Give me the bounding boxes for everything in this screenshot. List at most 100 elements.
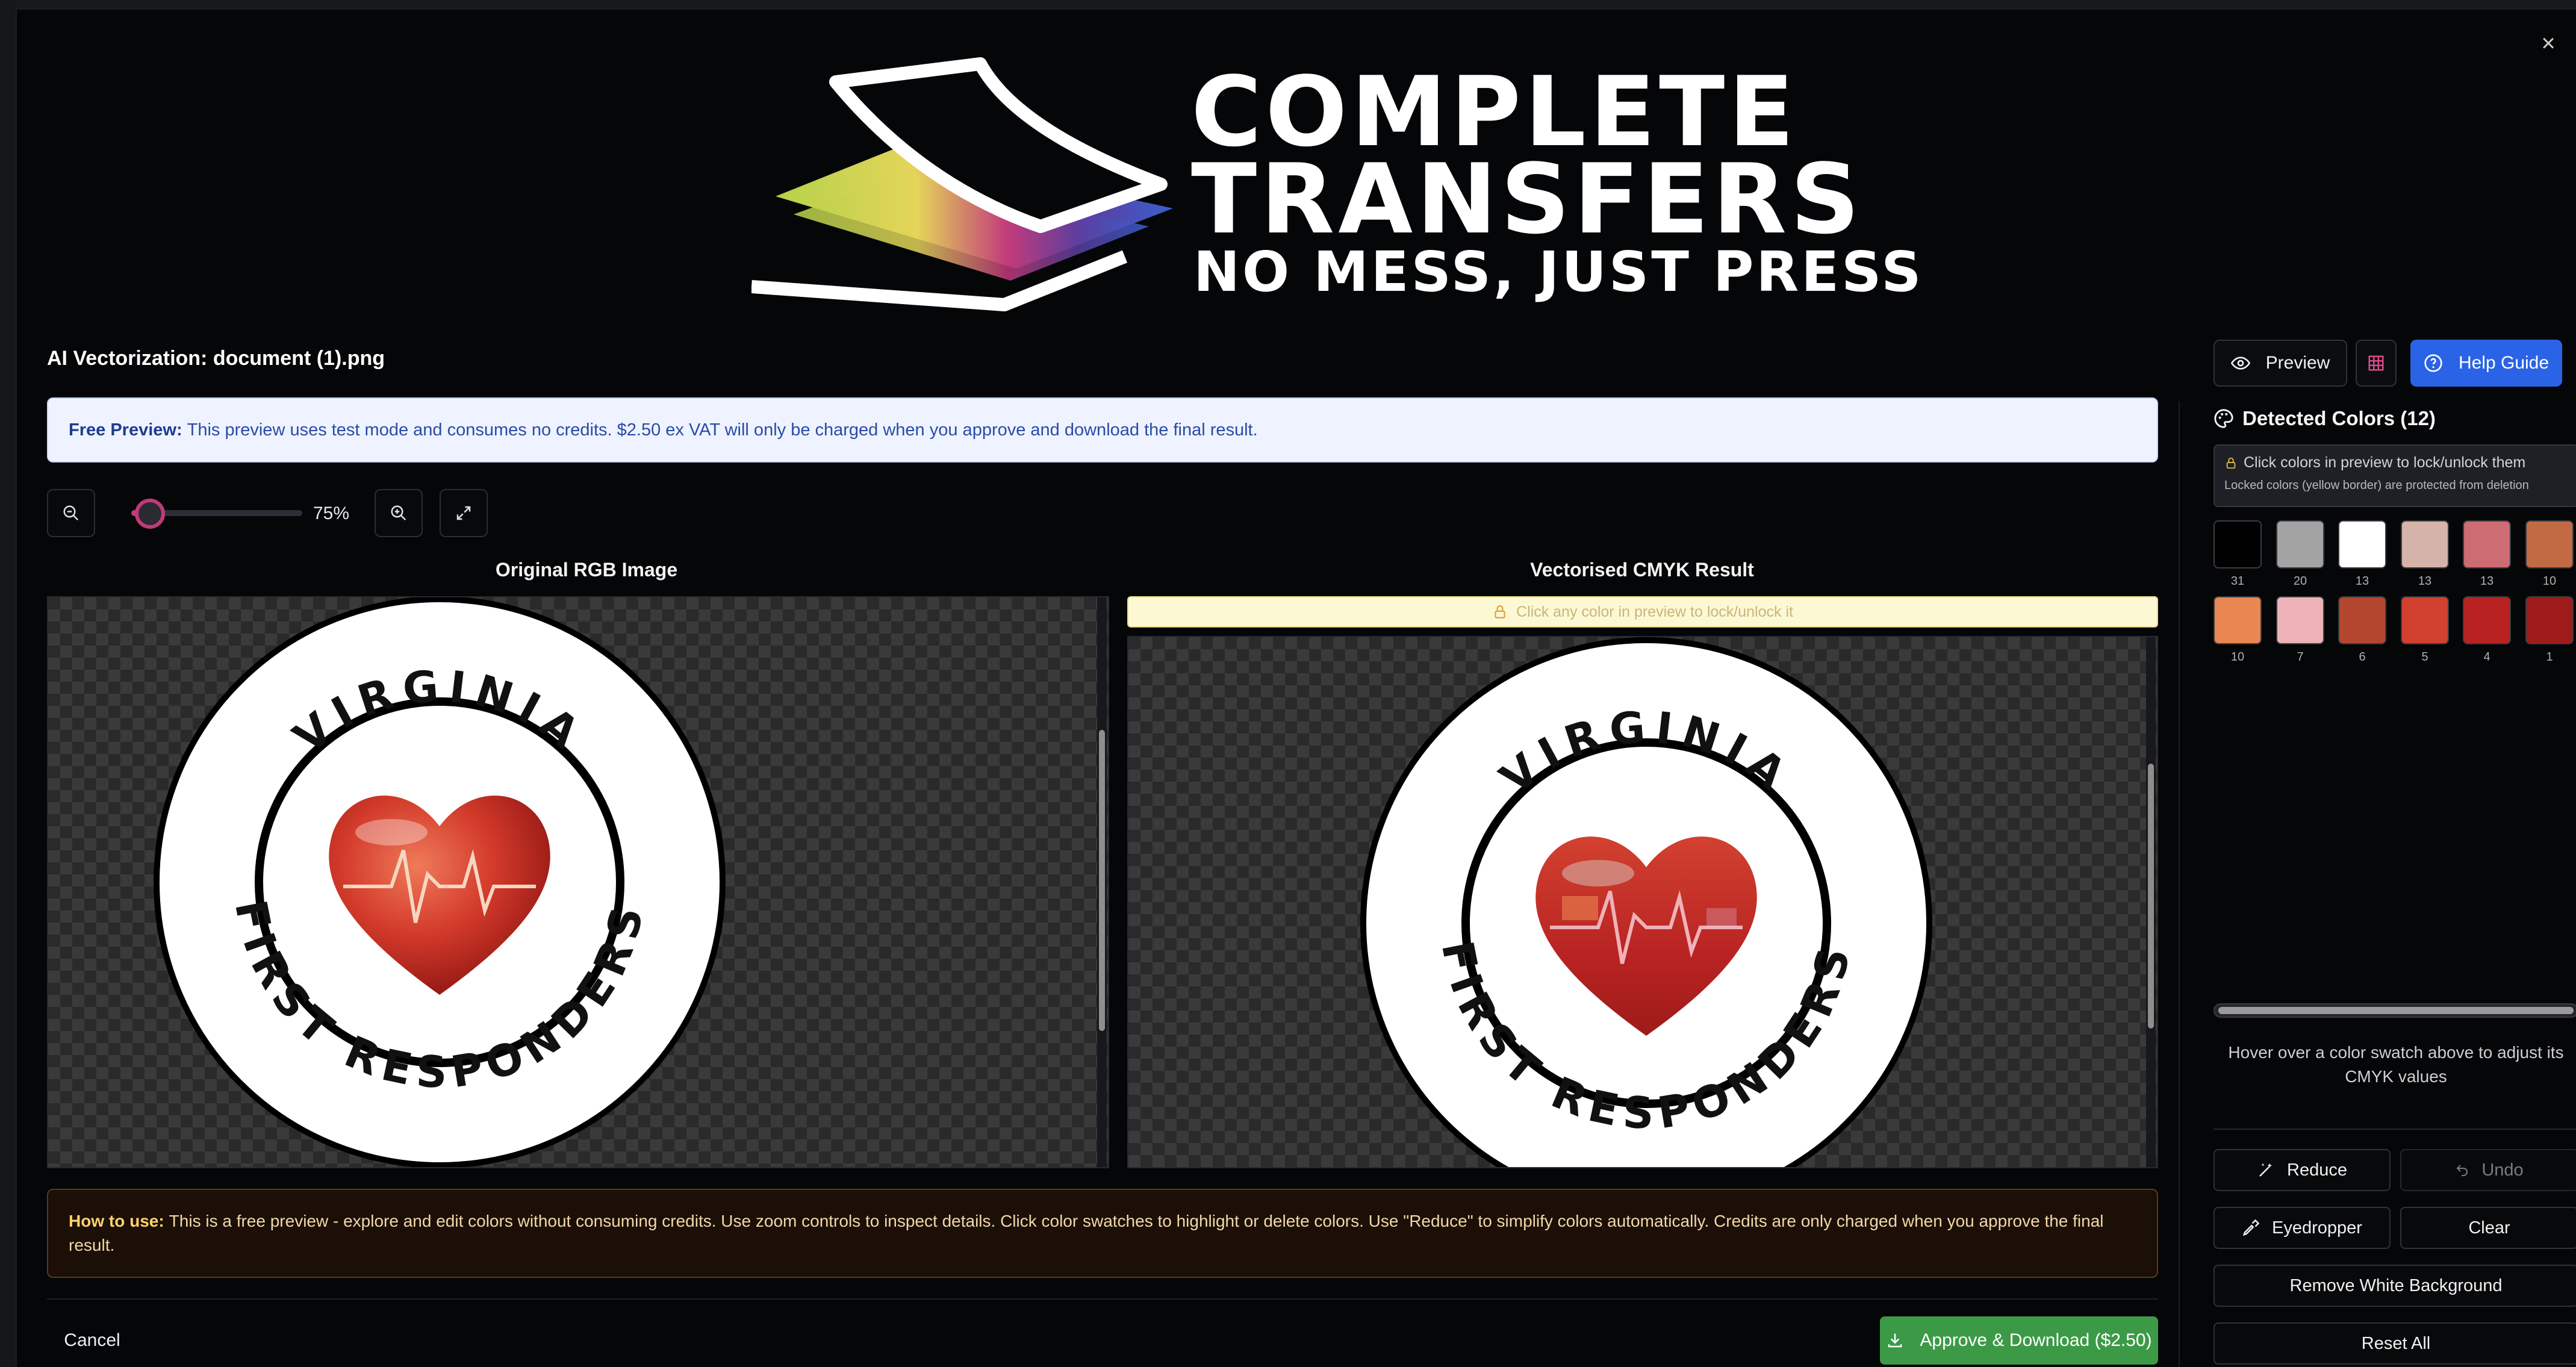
sidebar-divider (2179, 401, 2180, 1367)
undo-icon (2456, 1165, 2468, 1176)
sidebar-scroll-thumb[interactable] (2218, 1007, 2574, 1014)
vector-badge-image: VIRGINIA FIRST RESPONDERS (1360, 637, 1932, 1167)
color-swatch-count: 6 (2359, 650, 2366, 664)
lock-small-icon (2226, 457, 2236, 469)
grid-toggle-button[interactable] (2356, 340, 2397, 387)
zoom-level-value: 75% (313, 503, 350, 523)
zoom-slider-thumb[interactable] (135, 499, 165, 529)
lock-instructions-note: Click colors in preview to lock/unlock t… (2214, 444, 2576, 507)
footer-separator (47, 1298, 2158, 1300)
original-canvas-scroll-thumb[interactable] (1099, 730, 1105, 1031)
color-swatch[interactable] (2401, 596, 2449, 644)
color-swatch-count: 31 (2230, 575, 2245, 588)
logo-tagline: NO MESS, JUST PRESS (1193, 240, 1924, 304)
preview-button-label: Preview (2265, 353, 2330, 373)
lock-hint-text: Click any color in preview to lock/unloc… (1516, 603, 1793, 620)
undo-label: Undo (2481, 1160, 2524, 1180)
lock-note-text-1: Click colors in preview to lock/unlock t… (2244, 454, 2526, 471)
detected-colors-title: Detected Colors (12) (2214, 407, 2436, 430)
preview-button[interactable]: Preview (2214, 340, 2347, 387)
eye-icon (2230, 357, 2250, 370)
detected-colors-heading: Detected Colors (12) (2242, 407, 2436, 429)
zoom-out-button[interactable] (47, 489, 95, 537)
color-swatch-count: 13 (2480, 575, 2494, 588)
sidebar-separator (2214, 1129, 2576, 1130)
page-title: AI Vectorization: document (1).png (47, 347, 385, 370)
vector-result-label: Vectorised CMYK Result (1530, 559, 1754, 581)
free-preview-bold: Free Preview: (69, 420, 182, 440)
how-to-use-text: This is a free preview - explore and edi… (69, 1212, 2104, 1254)
color-swatch-count: 13 (2355, 575, 2369, 588)
how-to-use-bold: How to use: (69, 1212, 164, 1230)
color-swatch[interactable] (2401, 520, 2449, 568)
color-swatch-count: 20 (2293, 575, 2307, 588)
zoom-out-icon (63, 505, 79, 521)
eyedropper-button[interactable]: Eyedropper (2214, 1207, 2391, 1249)
eyedropper-label: Eyedropper (2272, 1218, 2362, 1238)
background-top-bar (0, 0, 2576, 8)
approve-download-label: Approve & Download ($2.50) (1920, 1330, 2152, 1350)
reset-all-button[interactable]: Reset All (2214, 1322, 2576, 1365)
color-swatch-count: 5 (2421, 650, 2428, 664)
zoom-in-button[interactable] (375, 489, 423, 537)
color-swatch[interactable] (2525, 520, 2574, 568)
logo-line-2: TRANSFERS (1191, 143, 1864, 255)
cancel-button[interactable]: Cancel (47, 1316, 137, 1365)
brand-logo: COMPLETE TRANSFERS NO MESS, JUST PRESS (751, 34, 1921, 323)
color-swatch[interactable] (2276, 520, 2324, 568)
original-badge-image: VIRGINIA FIRST RESPONDERS (154, 597, 726, 1167)
original-image-label: Original RGB Image (495, 559, 678, 581)
color-swatch-count: 13 (2418, 575, 2432, 588)
lock-icon (1495, 605, 1505, 618)
zoom-in-icon (391, 505, 406, 521)
undo-button[interactable]: Undo (2400, 1149, 2576, 1191)
color-swatch[interactable] (2463, 596, 2511, 644)
lock-note-line-1: Click colors in preview to lock/unlock t… (2224, 454, 2568, 472)
lock-hint-bar: Click any color in preview to lock/unloc… (1127, 596, 2158, 627)
vector-result-canvas[interactable]: VIRGINIA FIRST RESPONDERS (1127, 636, 2158, 1168)
color-swatch[interactable] (2338, 520, 2386, 568)
lock-note-text-2: Locked colors (yellow border) are protec… (2224, 479, 2529, 492)
download-icon (1888, 1333, 1902, 1348)
color-swatch-count: 10 (2230, 650, 2245, 664)
color-swatch-count: 10 (2542, 575, 2557, 588)
help-guide-button[interactable]: Help Guide (2410, 340, 2562, 387)
color-swatch[interactable] (2463, 520, 2511, 568)
free-preview-banner: Free Preview: This preview uses test mod… (47, 397, 2158, 462)
color-swatch-count: 1 (2546, 650, 2553, 664)
color-swatch[interactable] (2338, 596, 2386, 644)
cmyk-hover-hint: Hover over a color swatch above to adjus… (2228, 1043, 2564, 1086)
color-swatch[interactable] (2214, 596, 2262, 644)
press-sheets-icon (751, 57, 1173, 311)
eyedropper-icon (2242, 1219, 2260, 1236)
approve-download-button[interactable]: Approve & Download ($2.50) (1880, 1316, 2158, 1365)
close-icon[interactable]: × (2530, 25, 2566, 61)
color-swatch[interactable] (2525, 596, 2574, 644)
expand-icon (456, 506, 471, 520)
original-canvas-scrollbar[interactable] (1097, 597, 1107, 1167)
color-swatch[interactable] (2214, 520, 2262, 568)
grid-icon (2368, 355, 2384, 371)
original-image-canvas[interactable]: VIRGINIA FIRST RESPONDERS (47, 596, 1109, 1168)
vectorization-modal: × COMPLETE TRANSFERS NO MESS, JUST PRESS… (16, 8, 2576, 1367)
help-guide-label: Help Guide (2458, 353, 2550, 373)
reduce-button[interactable]: Reduce (2214, 1149, 2391, 1191)
fit-to-screen-button[interactable] (440, 489, 488, 537)
palette-icon (2214, 409, 2233, 428)
reset-all-label: Reset All (2361, 1333, 2431, 1353)
help-circle-icon (2424, 354, 2442, 372)
magic-wand-icon (2259, 1163, 2273, 1177)
how-to-use-panel: How to use: This is a free preview - expl… (47, 1189, 2158, 1278)
result-canvas-scrollbar[interactable] (2146, 637, 2156, 1167)
background-left-strip (0, 0, 16, 1367)
reduce-label: Reduce (2287, 1160, 2347, 1180)
sidebar-horizontal-scrollbar[interactable] (2214, 1003, 2576, 1018)
clear-label: Clear (2468, 1218, 2510, 1238)
color-swatch[interactable] (2276, 596, 2324, 644)
result-canvas-scroll-thumb[interactable] (2148, 764, 2154, 1029)
color-swatch-count: 4 (2483, 650, 2490, 664)
remove-white-background-button[interactable]: Remove White Background (2214, 1265, 2576, 1307)
clear-button[interactable]: Clear (2400, 1207, 2576, 1249)
remove-white-label: Remove White Background (2289, 1275, 2503, 1295)
color-swatch-count: 7 (2297, 650, 2304, 664)
